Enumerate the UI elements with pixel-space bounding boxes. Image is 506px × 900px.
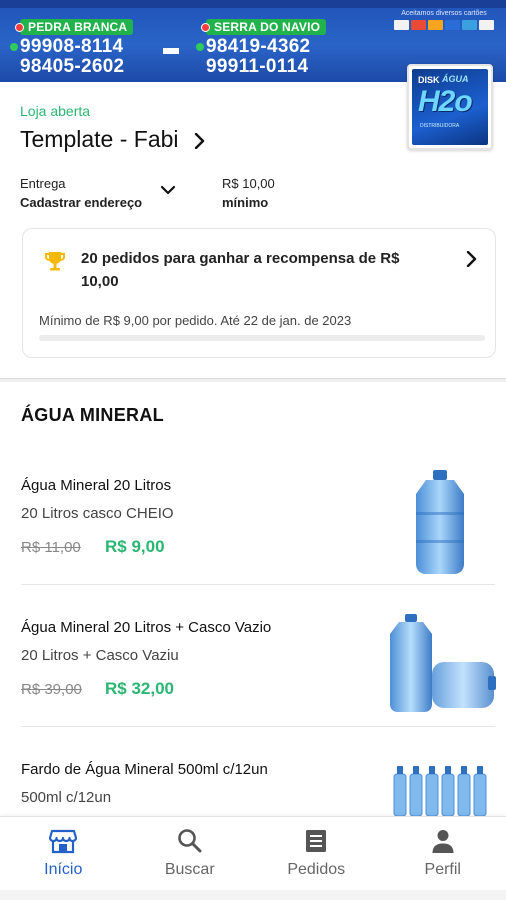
product-name: Fardo de Água Mineral 500ml c/12un	[21, 761, 268, 778]
product-old-price: R$ 11,00	[21, 539, 81, 556]
card-icons	[392, 20, 496, 30]
reward-card[interactable]: 20 pedidos para ganhar a recompensa de R…	[22, 228, 496, 358]
store-name: Template - Fabi	[20, 126, 179, 152]
product-item[interactable]: Água Mineral 20 Litros + Casco Vazio 20 …	[0, 582, 506, 724]
logo-text: H2o	[418, 85, 473, 118]
product-price: R$ 9,00	[105, 537, 165, 556]
product-item[interactable]: Água Mineral 20 Litros 20 Litros casco C…	[0, 440, 506, 582]
status-bar	[0, 0, 506, 8]
orders-icon	[302, 827, 330, 855]
nav-item-buscar[interactable]: Buscar	[127, 817, 254, 890]
product-description: 20 Litros casco CHEIO	[21, 505, 174, 522]
delivery-selector[interactable]: Entrega Cadastrar endereço	[20, 176, 142, 210]
delivery-label: Entrega	[20, 176, 66, 191]
delivery-address: Cadastrar endereço	[20, 195, 143, 210]
reward-note: Mínimo de R$ 9,00 por pedido. Até 22 de …	[39, 313, 352, 328]
phone-group-serra-do-navio: SERRA DO NAVIO 98419-4362 99911-0114	[196, 18, 327, 77]
credit-card-icon	[394, 20, 409, 30]
product-price: R$ 32,00	[105, 679, 174, 698]
bottom-navigation: Início Buscar Pedidos Perfil	[0, 816, 506, 890]
logo-text: DISK	[418, 75, 440, 85]
minimum-order: R$ 10,00 mínimo	[222, 176, 275, 210]
section-divider	[0, 378, 506, 382]
chevron-down-icon[interactable]	[160, 183, 176, 197]
app-screen: PEDRA BRANCA 99908-8114 98405-2602 SERRA…	[0, 0, 506, 900]
credit-card-icon	[428, 20, 443, 30]
logo-text: ÁGUA	[442, 74, 469, 84]
city-tag: PEDRA BRANCA	[14, 19, 134, 35]
reward-progress-bar	[39, 335, 485, 341]
product-description: 500ml c/12un	[21, 789, 112, 806]
credit-card-icon	[411, 20, 426, 30]
phone-number: 99908-8114	[10, 37, 133, 57]
banner-dash	[163, 48, 179, 54]
product-old-price: R$ 39,00	[21, 681, 82, 698]
whatsapp-icon	[10, 43, 18, 51]
chevron-right-icon	[193, 132, 207, 149]
store-logo: DISK ÁGUA H2o DISTRIBUIDORA	[407, 64, 493, 150]
trophy-icon	[43, 249, 67, 273]
logo-image: DISK ÁGUA H2o DISTRIBUIDORA	[412, 69, 488, 145]
nav-item-pedidos[interactable]: Pedidos	[253, 817, 380, 890]
system-nav-strip	[0, 890, 506, 900]
chevron-right-icon	[465, 250, 479, 268]
store-status: Loja aberta	[20, 103, 91, 119]
product-name: Água Mineral 20 Litros + Casco Vazio	[21, 619, 272, 636]
nav-label: Pedidos	[287, 861, 346, 878]
credit-card-icon	[462, 20, 477, 30]
person-icon	[429, 827, 457, 855]
store-icon	[49, 827, 78, 855]
nav-label: Início	[44, 861, 83, 878]
nav-label: Perfil	[424, 861, 461, 878]
category-title: ÁGUA MINERAL	[21, 405, 164, 425]
phone-number: 98405-2602	[20, 56, 125, 77]
credit-card-icon	[479, 20, 494, 30]
nav-item-inicio[interactable]: Início	[0, 817, 127, 890]
product-description: 20 Litros + Casco Vaziu	[21, 647, 179, 664]
logo-text: DISTRIBUIDORA	[420, 123, 460, 129]
phone-group-pedra-branca: PEDRA BRANCA 99908-8114 98405-2602	[10, 18, 134, 77]
phone-number: 99911-0114	[206, 56, 309, 77]
city-tag: SERRA DO NAVIO	[200, 19, 327, 35]
water-bottle-pack-image	[390, 764, 498, 821]
minimum-value: R$ 10,00	[222, 176, 275, 191]
nav-label: Buscar	[164, 861, 215, 878]
credit-card-icon	[445, 20, 460, 30]
phone-number: 98419-4362	[196, 37, 326, 57]
nav-item-perfil[interactable]: Perfil	[380, 817, 506, 890]
accepted-cards: Aceitamos diversos cartões	[392, 10, 496, 30]
water-jug-with-empty-casco-image	[388, 612, 498, 721]
reward-title: 20 pedidos para ganhar a recompensa de R…	[81, 250, 400, 290]
search-icon	[176, 827, 204, 855]
store-name-link[interactable]: Template - Fabi	[20, 126, 207, 153]
minimum-label: mínimo	[222, 195, 269, 210]
water-jug-image	[408, 468, 472, 581]
whatsapp-icon	[196, 43, 204, 51]
cards-caption: Aceitamos diversos cartões	[401, 10, 487, 17]
product-name: Água Mineral 20 Litros	[21, 477, 172, 494]
